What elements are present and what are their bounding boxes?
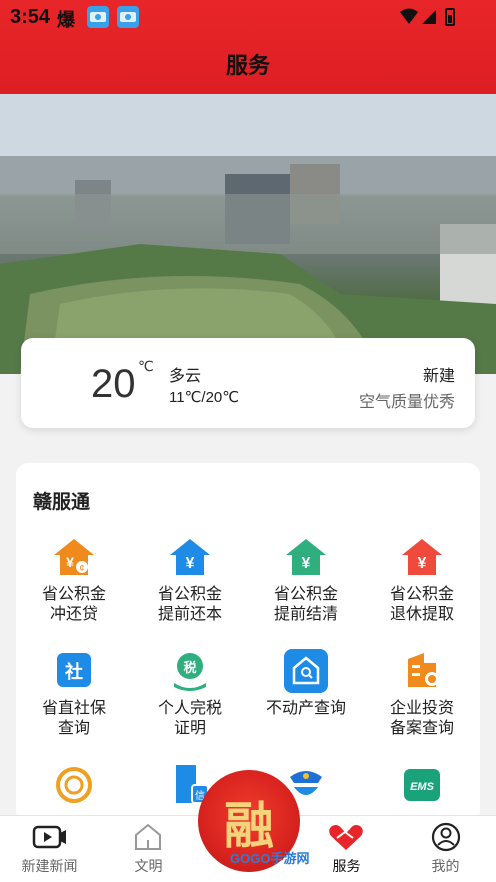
house-yen-green-icon: ¥: [284, 535, 328, 579]
service-item-social-security[interactable]: 社 省直社保 查询: [16, 649, 132, 739]
credit-icon: [52, 763, 96, 807]
svg-text:EMS: EMS: [410, 781, 435, 793]
tab-label: 服务: [332, 858, 361, 874]
tab-civilization[interactable]: 文明: [99, 816, 198, 882]
tab-news[interactable]: 新建新闻: [0, 816, 99, 882]
tab-label: 文明: [134, 858, 163, 874]
weather-city: 新建: [422, 368, 455, 385]
temperature-range: 11℃/20℃: [169, 389, 240, 406]
tab-mine[interactable]: 我的: [396, 816, 495, 882]
header-bar: 3:54 爆 服务: [0, 0, 496, 94]
watermark: GOGO手游网: [230, 851, 310, 866]
svg-text:¥: ¥: [418, 555, 427, 572]
app-notification-icon: 爆: [57, 10, 75, 30]
social-security-icon: 社: [52, 649, 96, 693]
status-time: 3:54: [10, 6, 51, 28]
air-quality: 空气质量优秀: [358, 394, 455, 411]
temperature-value: 20: [91, 362, 136, 406]
service-label: 省公积金 退休提取: [389, 586, 454, 623]
profile-icon: [396, 822, 495, 852]
service-item-enterprise-filing[interactable]: 企业投资 备案查询: [364, 649, 480, 739]
service-item-property-query[interactable]: 不动产查询: [248, 649, 364, 719]
service-item-fund-retire-withdraw[interactable]: ¥ 省公积金 退休提取: [364, 535, 480, 625]
service-label: 省公积金 冲还贷: [41, 586, 106, 623]
svg-text:税: 税: [183, 660, 196, 675]
service-label: 省公积金 提前结清: [273, 586, 338, 623]
signal-icon: [422, 10, 436, 24]
svg-text:社: 社: [65, 661, 83, 682]
property-search-icon: [284, 649, 328, 693]
service-item-fund-prepay-principal[interactable]: ¥ 省公积金 提前还本: [132, 535, 248, 625]
svg-text:¥: ¥: [302, 555, 311, 572]
city-banner-image: [0, 94, 496, 374]
section-title: 赣服通: [33, 492, 91, 513]
services-card: 赣服通 ¥ ¢ 省公积金 冲还贷 ¥ 省公积金 提前还本 ¥ 省公积金 提前结清 ¥ 省…: [16, 463, 480, 823]
house-icon: [99, 822, 198, 852]
video-icon: [0, 822, 99, 852]
tab-label: 新建新闻: [21, 858, 78, 874]
service-item-tax-proof[interactable]: 税 个人完税 证明: [132, 649, 248, 739]
ems-icon: EMS: [400, 763, 444, 807]
svg-text:¥: ¥: [186, 555, 195, 572]
svg-text:¥: ¥: [66, 554, 74, 570]
service-label: 不动产查询: [265, 700, 346, 717]
service-item-credit[interactable]: [16, 763, 132, 807]
wifi-icon: [400, 8, 418, 24]
service-item-fund-repay-loan[interactable]: ¥ ¢ 省公积金 冲还贷: [16, 535, 132, 625]
app-badge-icon: [117, 6, 139, 28]
tax-icon: 税: [168, 649, 212, 693]
tab-service[interactable]: 服务: [297, 816, 396, 882]
weather-condition: 多云: [169, 368, 202, 385]
service-item-fund-early-settle[interactable]: ¥ 省公积金 提前结清: [248, 535, 364, 625]
house-yen-orange-icon: ¥ ¢: [52, 535, 96, 579]
service-label: 企业投资 备案查询: [389, 700, 454, 737]
house-yen-blue-icon: ¥: [168, 535, 212, 579]
service-label: 省公积金 提前还本: [157, 586, 222, 623]
app-badge-icon: [87, 6, 109, 28]
weather-card[interactable]: 20 ℃ 多云 11℃/20℃ 新建 空气质量优秀: [21, 338, 475, 428]
temperature-unit: ℃: [138, 358, 154, 374]
handshake-heart-icon: [297, 822, 396, 852]
enterprise-icon: [400, 649, 444, 693]
house-yen-red-icon: ¥: [400, 535, 444, 579]
page-title: 服务: [225, 53, 270, 78]
service-label: 个人完税 证明: [157, 700, 222, 737]
service-item-ems[interactable]: EMS: [364, 763, 480, 807]
service-label: 省直社保 查询: [41, 700, 106, 737]
system-status-icons: [398, 6, 458, 33]
svg-text:¢: ¢: [79, 563, 84, 573]
tab-label: 我的: [431, 858, 460, 874]
status-bar: 3:54 爆: [0, 0, 496, 34]
